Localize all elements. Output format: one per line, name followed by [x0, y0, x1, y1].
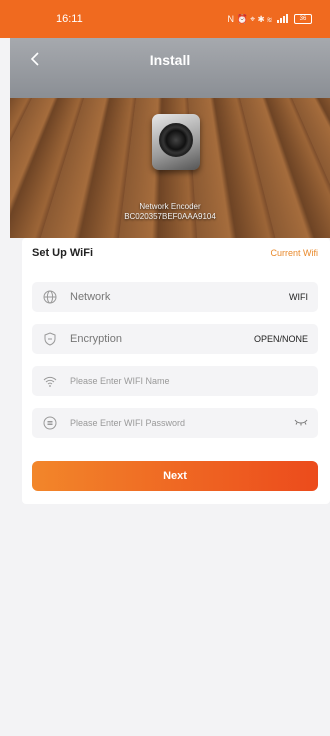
encryption-value: OPEN/NONE	[253, 334, 308, 344]
network-label: Network	[70, 291, 111, 303]
nav-bar: Install	[10, 38, 330, 82]
battery-icon: 36	[294, 14, 312, 24]
device-image	[152, 114, 200, 170]
chevron-left-icon	[30, 52, 39, 66]
encryption-label: Encryption	[70, 333, 122, 345]
status-icons: N ⏰ ⌖ ✱ ≋ 36	[227, 13, 312, 25]
back-button[interactable]	[22, 46, 48, 72]
wifi-setup-card: Set Up WiFi Current Wifi Network WIFI En…	[22, 238, 330, 504]
network-row[interactable]: Network WIFI	[32, 282, 318, 312]
eye-closed-icon[interactable]	[294, 418, 308, 428]
card-header: Set Up WiFi Current Wifi	[22, 238, 330, 268]
status-indicators: N ⏰ ⌖ ✱ ≋	[227, 13, 272, 24]
shield-icon	[42, 331, 58, 347]
current-wifi-link[interactable]: Current Wifi	[270, 248, 318, 258]
lock-icon	[42, 415, 58, 431]
wifi-password-input[interactable]: Please Enter WIFI Password	[70, 418, 294, 428]
status-bar: 16:11 N ⏰ ⌖ ✱ ≋ 36	[0, 0, 330, 38]
encryption-row[interactable]: Encryption OPEN/NONE	[32, 324, 318, 354]
wifi-name-input[interactable]: Please Enter WIFI Name	[70, 376, 308, 386]
signal-icon	[277, 13, 289, 25]
device-id: BC020357BEF0AAA9104	[124, 212, 216, 221]
next-button[interactable]: Next	[32, 461, 318, 491]
wifi-name-field[interactable]: Please Enter WIFI Name	[32, 366, 318, 396]
globe-icon	[42, 289, 58, 305]
network-value: WIFI	[289, 292, 308, 302]
section-title: Set Up WiFi	[32, 247, 94, 259]
page-title: Install	[149, 52, 191, 68]
wifi-password-field[interactable]: Please Enter WIFI Password	[32, 408, 318, 438]
device-name: Network Encoder	[139, 202, 201, 211]
wifi-icon	[42, 373, 58, 389]
status-time: 16:11	[56, 13, 83, 25]
camera-lens	[159, 123, 193, 157]
